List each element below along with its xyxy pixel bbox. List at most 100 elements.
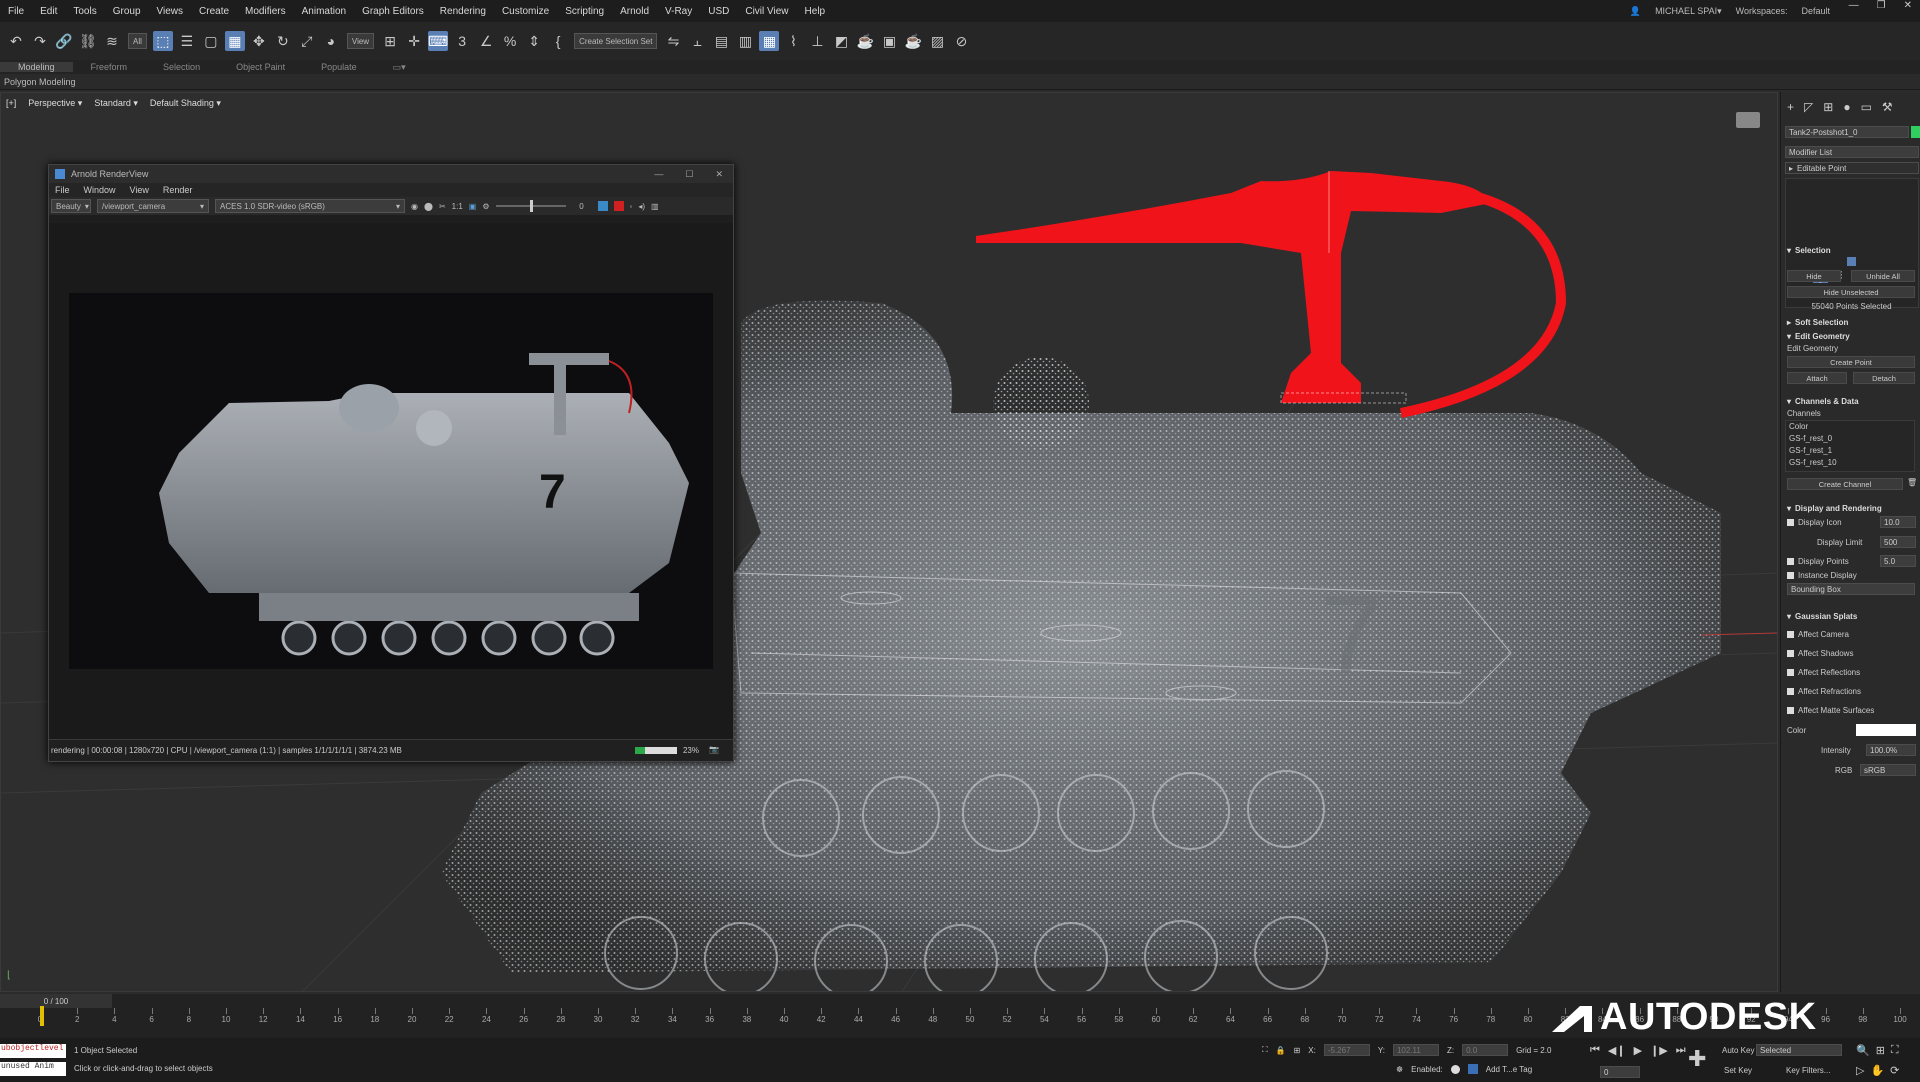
menu-graph-editors[interactable]: Graph Editors (354, 6, 432, 17)
affect-camera-checkbox[interactable] (1787, 630, 1794, 638)
camera-select[interactable]: /viewport_camera ▾ (97, 199, 209, 213)
workspace-select[interactable]: Default (1801, 6, 1830, 16)
isolate-icon[interactable]: ◉ (411, 202, 418, 211)
isolate-selection-icon[interactable]: ⛶ (1262, 1045, 1268, 1055)
curve-editor-icon[interactable]: ⌇ (783, 31, 803, 51)
move-icon[interactable]: ✥ (249, 31, 269, 51)
percent-snap-icon[interactable]: % (500, 31, 520, 51)
menu-views[interactable]: Views (149, 6, 192, 17)
exposure-slider[interactable] (495, 200, 566, 212)
go-to-end-icon[interactable]: ⏭ (1676, 1044, 1686, 1057)
zoom-ratio[interactable]: 1:1 (452, 202, 463, 211)
menu-create[interactable]: Create (191, 6, 237, 17)
snapshot-icon[interactable]: 📷 (709, 745, 719, 754)
material-editor-icon[interactable]: ◩ (831, 31, 851, 51)
zoom-all-icon[interactable]: ⊞ (1876, 1044, 1885, 1057)
previous-frame-icon[interactable]: ◀❙ (1608, 1044, 1626, 1057)
arnold-title-bar[interactable]: Arnold RenderView — ☐ ✕ (49, 165, 733, 183)
tab-populate[interactable]: Populate (303, 62, 375, 72)
keyboard-shortcut-override-icon[interactable]: ⌨ (428, 31, 448, 51)
render-setup-icon[interactable]: ☕ (855, 31, 875, 51)
arnold-menu-window[interactable]: Window (84, 185, 116, 195)
time-tag-icon[interactable] (1467, 1064, 1478, 1074)
adaptive-degradation-icon[interactable]: ☸ (1396, 1065, 1403, 1074)
colorspace-select[interactable]: ACES 1.0 SDR-video (sRGB) ▾ (215, 199, 405, 213)
render-production-icon[interactable]: ☕ (903, 31, 923, 51)
settings-gear-icon[interactable]: ⚙ (482, 202, 489, 211)
y-coord-field[interactable]: 102.11 (1392, 1044, 1439, 1056)
set-key-big-icon[interactable]: ✚ (1688, 1046, 1706, 1072)
restore-icon[interactable]: ❐ (1877, 0, 1886, 12)
set-key-button[interactable]: Set Key (1724, 1066, 1752, 1075)
undo-icon[interactable]: ↶ (6, 31, 26, 51)
time-slider[interactable]: 0 / 100 (0, 994, 112, 1008)
splat-color-swatch[interactable] (1856, 724, 1916, 736)
reference-coord-select[interactable]: View (346, 33, 375, 49)
ipr-icon[interactable] (597, 201, 608, 211)
unhide-all-button[interactable]: Unhide All (1851, 270, 1915, 282)
vertex-mode-icon[interactable] (1847, 257, 1856, 266)
fit-icon[interactable]: ▣ (469, 202, 477, 211)
select-object-icon[interactable]: ⬚ (152, 31, 173, 51)
crop-icon[interactable]: ✂ (439, 202, 446, 211)
close-icon[interactable]: ✕ (1904, 0, 1912, 12)
edit-geometry-rollout[interactable]: ▾ Edit Geometry (1787, 330, 1916, 342)
zoom-icon[interactable]: 🔍 (1856, 1044, 1870, 1057)
edit-named-selection-icon[interactable]: { (548, 31, 568, 51)
go-to-start-icon[interactable]: ⏮ (1590, 1044, 1600, 1057)
modifier-stack-item[interactable]: ▸ Editable Point (1785, 162, 1919, 174)
x-coord-field[interactable]: -5.267 (1323, 1044, 1370, 1056)
hide-button[interactable]: Hide (1787, 270, 1841, 282)
arnold-close-icon[interactable]: ✕ (715, 169, 723, 180)
pivot-icon[interactable]: ⊞ (380, 31, 400, 51)
viewport-shading-label[interactable]: Default Shading ▾ (150, 98, 221, 109)
tab-modeling[interactable]: Modeling (0, 62, 73, 72)
delete-channel-icon[interactable]: 🗑 (1907, 478, 1917, 487)
display-points-spinner[interactable]: 5.0 (1880, 555, 1916, 567)
placement-icon[interactable]: ◕ (321, 31, 341, 51)
absolute-mode-icon[interactable]: ⊞ (1294, 1046, 1301, 1055)
rendered-frame-window-icon[interactable]: ▣ (879, 31, 899, 51)
motion-tab-icon[interactable]: ● (1843, 100, 1850, 114)
menu-customize[interactable]: Customize (494, 6, 557, 17)
arnold-maximize-icon[interactable]: ☐ (685, 169, 693, 180)
link-icon[interactable]: 🔗 (54, 31, 74, 51)
viewport-pov-label[interactable]: Perspective ▾ (28, 98, 82, 109)
affect-matte-checkbox[interactable] (1787, 706, 1794, 714)
exposure-value[interactable]: 0 (572, 202, 592, 211)
panel-toggle-icon[interactable]: ▥ (651, 202, 659, 211)
menu-group[interactable]: Group (105, 6, 149, 17)
scene-explorer-icon[interactable]: ▤ (711, 31, 731, 51)
selection-lock-icon[interactable]: 🔒 (1276, 1046, 1286, 1055)
display-icon-spinner[interactable]: 10.0 (1880, 516, 1916, 528)
selection-filter-select[interactable]: All (128, 33, 147, 49)
auto-key-button[interactable]: Auto Key (1722, 1046, 1754, 1055)
viewport-standard-label[interactable]: Standard ▾ (94, 98, 138, 109)
display-points-checkbox[interactable] (1787, 557, 1794, 565)
arnold-menu-file[interactable]: File (55, 185, 70, 195)
stop-render-icon[interactable] (613, 201, 624, 211)
schematic-view-icon[interactable]: ⊥ (807, 31, 827, 51)
instance-display-select[interactable]: Bounding Box (1787, 583, 1915, 595)
pan-icon[interactable]: ✋ (1870, 1064, 1884, 1077)
time-cursor[interactable] (40, 1006, 44, 1026)
channel-item[interactable]: GS-f_rest_10 (1786, 457, 1914, 469)
named-selection-set-select[interactable]: Create Selection Set (574, 33, 658, 49)
z-coord-field[interactable]: 0.0 (1462, 1044, 1509, 1056)
channels-rollout[interactable]: ▾ Channels & Data (1787, 395, 1916, 407)
object-name-field[interactable]: Tank2-Postshot1_0 (1785, 126, 1909, 138)
color-channel-icon[interactable]: ⬤ (424, 202, 433, 211)
tab-object-paint[interactable]: Object Paint (218, 62, 303, 72)
zoom-extents-icon[interactable]: ⛶ (1891, 1044, 1899, 1057)
create-tab-icon[interactable]: + (1787, 100, 1794, 114)
modifier-list-select[interactable]: Modifier List (1785, 146, 1919, 158)
tab-selection[interactable]: Selection (145, 62, 218, 72)
scale-icon[interactable]: ⤢ (297, 31, 317, 51)
angle-snap-icon[interactable]: ∠ (476, 31, 496, 51)
menu-file[interactable]: File (0, 6, 32, 17)
instance-display-checkbox[interactable] (1787, 571, 1794, 579)
render-canvas[interactable]: 7 (49, 223, 733, 739)
orbit-icon[interactable]: ⟳ (1890, 1064, 1899, 1077)
display-limit-spinner[interactable]: 500 (1880, 536, 1916, 548)
bind-spacewarp-icon[interactable]: ≋ (102, 31, 122, 51)
